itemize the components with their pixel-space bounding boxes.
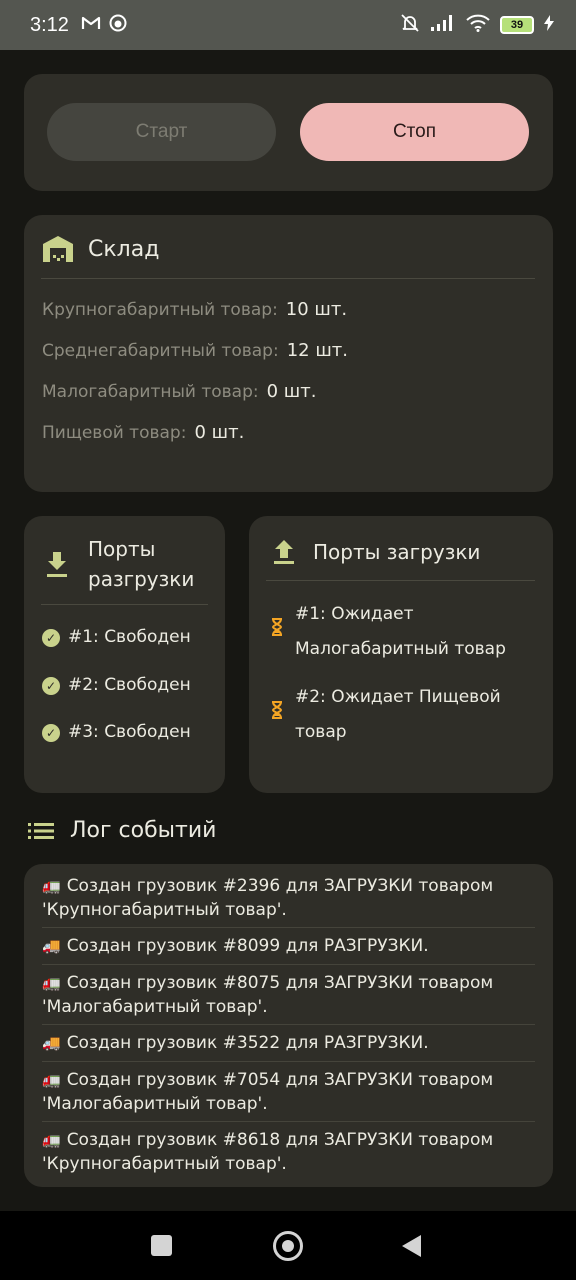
warehouse-row-food: Пищевой товар: 0 шт. (42, 422, 244, 443)
unload-ports-title-line2: разгрузки (88, 567, 195, 591)
controls-card: Старт Стоп (24, 74, 553, 191)
status-bar: 3:12 39 (0, 0, 576, 50)
charging-icon (544, 15, 554, 35)
log-divider (42, 1121, 535, 1122)
battery-indicator: 39 (500, 16, 534, 34)
warehouse-row-small: Малогабаритный товар: 0 шт. (42, 381, 316, 402)
log-entry-text: Создан грузовик #8075 для ЗАГРУЗКИ товар… (66, 973, 494, 993)
warehouse-row-value: 10 шт. (285, 299, 348, 320)
log-title: Лог событий (70, 818, 217, 843)
warehouse-row-label: Пищевой товар: (42, 423, 187, 443)
load-port-status-line1: #1: Ожидает (295, 604, 414, 624)
unload-port-3: ✓ #3: Свободен (42, 715, 191, 750)
log-entry-text-continued: 'Малогабаритный товар'. (42, 997, 268, 1017)
navigation-bar (0, 1211, 576, 1280)
delivery-truck-icon: 🚛 (42, 974, 61, 992)
status-right-icons: 39 (400, 13, 554, 37)
delivery-truck-icon: 🚛 (42, 877, 61, 895)
log-entry: 🚚 Создан грузовик #3522 для РАЗГРУЗКИ. (42, 1031, 535, 1055)
log-entry-text: Создан грузовик #8099 для РАЗГРУЗКИ. (66, 936, 429, 956)
unload-port-status: #1: Свободен (68, 627, 191, 647)
signal-icon (430, 14, 456, 36)
bell-off-icon (400, 13, 420, 37)
load-port-1: #1: Ожидает Малогабаритный товар (271, 597, 506, 667)
warehouse-card: Склад Крупногабаритный товар: 10 шт. Сред… (24, 215, 553, 492)
status-time: 3:12 (30, 13, 69, 36)
log-entry-text-continued: 'Крупногабаритный товар'. (42, 900, 287, 920)
recent-apps-button[interactable] (151, 1235, 172, 1256)
warehouse-row-value: 0 шт. (194, 422, 245, 443)
upload-icon (273, 539, 295, 565)
unload-port-2: ✓ #2: Свободен (42, 668, 191, 703)
log-divider (42, 1061, 535, 1062)
home-dot-icon (282, 1240, 294, 1252)
check-circle-icon: ✓ (42, 629, 60, 647)
warehouse-row-medium: Среднегабаритный товар: 12 шт. (42, 340, 348, 361)
log-divider (42, 964, 535, 965)
unload-ports-card: Порты разгрузки ✓ #1: Свободен ✓ #2: Свобо… (24, 516, 225, 793)
log-entry-text: Создан грузовик #7054 для ЗАГРУЗКИ товар… (66, 1070, 494, 1090)
home-button[interactable] (273, 1231, 303, 1261)
unload-port-1: ✓ #1: Свободен (42, 620, 191, 655)
log-entry: 🚛 Создан грузовик #7054 для ЗАГРУЗКИ това… (42, 1068, 535, 1116)
log-header: Лог событий (28, 818, 216, 843)
load-port-2: #2: Ожидает Пищевой товар (271, 680, 501, 750)
warehouse-row-large: Крупногабаритный товар: 10 шт. (42, 299, 347, 320)
log-entry: 🚛 Создан грузовик #2396 для ЗАГРУЗКИ това… (42, 874, 535, 922)
load-ports-title: Порты загрузки (313, 540, 481, 564)
unload-port-status: #2: Свободен (68, 675, 191, 695)
load-port-status: #2: Ожидает Пищевой товар (295, 680, 501, 750)
warehouse-row-label: Среднегабаритный товар: (42, 341, 279, 361)
stop-button[interactable]: Стоп (300, 103, 529, 161)
back-button[interactable] (402, 1235, 421, 1257)
start-button[interactable]: Старт (47, 103, 276, 161)
log-entry-text: Создан грузовик #8618 для ЗАГРУЗКИ товар… (66, 1130, 494, 1150)
hourglass-icon (271, 613, 285, 648)
log-divider (42, 1024, 535, 1025)
warehouse-title: Склад (88, 236, 160, 262)
log-entry: 🚛 Создан грузовик #8618 для ЗАГРУЗКИ това… (42, 1128, 535, 1176)
gmail-icon (81, 15, 101, 35)
warehouse-icon (42, 235, 74, 263)
divider (266, 580, 535, 581)
log-entry: 🚚 Создан грузовик #8099 для РАЗГРУЗКИ. (42, 934, 535, 958)
list-icon (28, 822, 54, 840)
warehouse-header: Склад (42, 235, 159, 263)
check-circle-icon: ✓ (42, 724, 60, 742)
wifi-icon (466, 14, 490, 36)
moving-truck-icon: 🚚 (42, 1034, 61, 1052)
unload-ports-header: Порты разгрузки (46, 534, 194, 594)
unload-ports-title-line1: Порты (88, 537, 156, 561)
log-entry-text-continued: 'Малогабаритный товар'. (42, 1094, 268, 1114)
event-log-card[interactable]: 🚛 Создан грузовик #2396 для ЗАГРУЗКИ това… (24, 864, 553, 1187)
warehouse-row-label: Крупногабаритный товар: (42, 300, 278, 320)
log-entry: 🚛 Создан грузовик #8075 для ЗАГРУЗКИ това… (42, 971, 535, 1019)
delivery-truck-icon: 🚛 (42, 1071, 61, 1089)
load-port-status-line1: #2: Ожидает Пищевой (295, 687, 501, 707)
hourglass-icon (271, 696, 285, 731)
load-port-status-line2: Малогабаритный товар (295, 639, 506, 659)
load-ports-card: Порты загрузки #1: Ожидает Малогабаритны… (249, 516, 553, 793)
moving-truck-icon: 🚚 (42, 937, 61, 955)
load-port-status-line2: товар (295, 722, 347, 742)
unload-port-status: #3: Свободен (68, 722, 191, 742)
check-circle-icon: ✓ (42, 677, 60, 695)
load-port-status: #1: Ожидает Малогабаритный товар (295, 597, 506, 667)
warehouse-row-value: 12 шт. (286, 340, 349, 361)
download-icon (46, 550, 68, 578)
log-divider (42, 927, 535, 928)
warehouse-row-label: Малогабаритный товар: (42, 382, 259, 402)
load-ports-header: Порты загрузки (273, 537, 480, 567)
notification-app-icon (109, 14, 127, 36)
log-entry-text-continued: 'Крупногабаритный товар'. (42, 1154, 287, 1174)
divider (41, 278, 535, 279)
delivery-truck-icon: 🚛 (42, 1131, 61, 1149)
log-entry-text: Создан грузовик #3522 для РАЗГРУЗКИ. (66, 1033, 429, 1053)
log-entry-text: Создан грузовик #2396 для ЗАГРУЗКИ товар… (66, 876, 494, 896)
divider (41, 604, 208, 605)
warehouse-row-value: 0 шт. (266, 381, 317, 402)
unload-ports-title: Порты разгрузки (88, 534, 194, 594)
